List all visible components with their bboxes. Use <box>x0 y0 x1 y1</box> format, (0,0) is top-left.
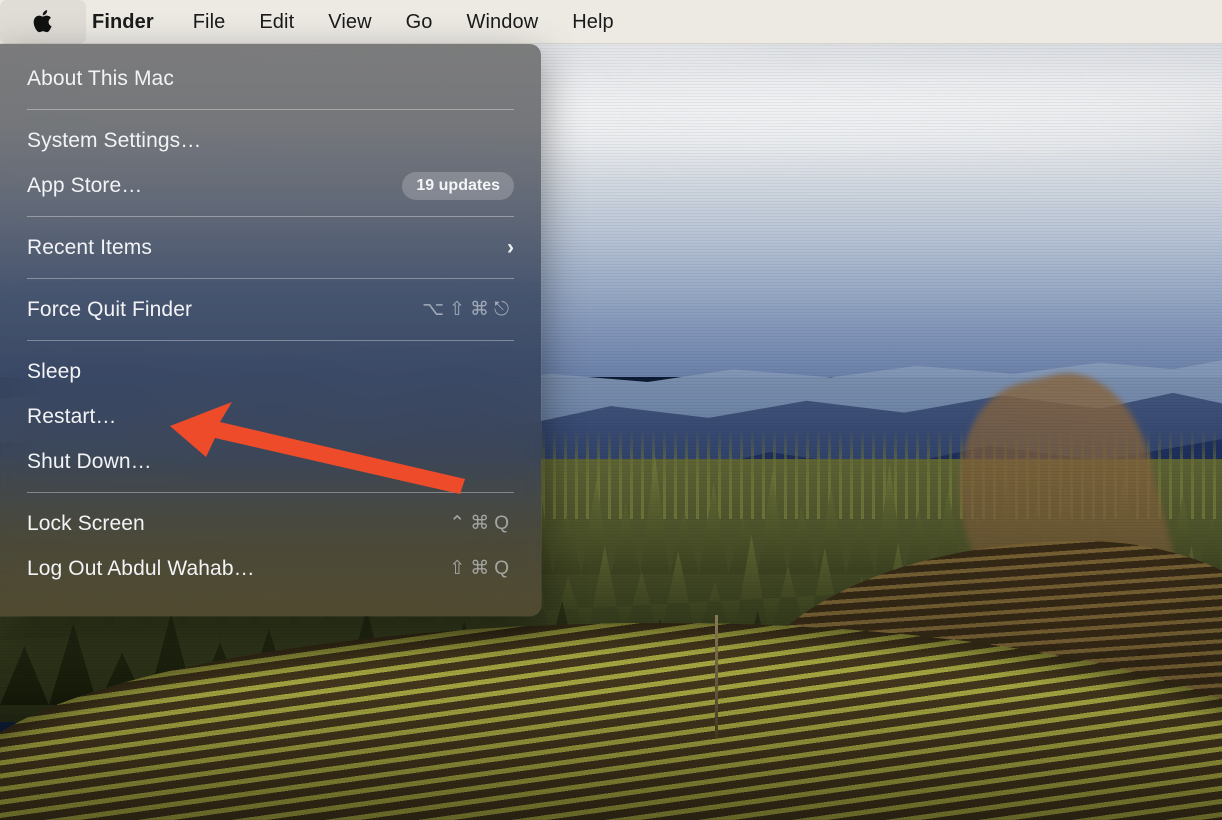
menu-item-shut-down[interactable]: Shut Down… <box>0 439 541 484</box>
macos-desktop-screen: Finder File Edit View Go Window Help Abo… <box>0 0 1222 820</box>
menu-item-system-settings[interactable]: System Settings… <box>0 118 541 163</box>
menu-item-label: Restart… <box>27 404 117 428</box>
apple-menu-button[interactable] <box>0 0 86 44</box>
chevron-right-icon: › <box>507 235 514 259</box>
menu-item-label: Shut Down… <box>27 449 152 473</box>
menu-item-log-out[interactable]: Log Out Abdul Wahab… ⇧⌘Q <box>0 546 541 591</box>
menu-bar-item-window[interactable]: Window <box>450 0 556 44</box>
menu-item-lock-screen[interactable]: Lock Screen ⌃⌘Q <box>0 501 541 546</box>
menu-item-restart[interactable]: Restart… <box>0 394 541 439</box>
menu-item-force-quit-finder[interactable]: Force Quit Finder ⌥⇧⌘⎋ <box>0 287 541 332</box>
menu-bar-item-go[interactable]: Go <box>389 0 450 44</box>
menu-bar-item-finder[interactable]: Finder <box>86 0 176 44</box>
menu-item-label: Sleep <box>27 359 82 383</box>
menu-item-sleep[interactable]: Sleep <box>0 349 541 394</box>
menu-separator-1 <box>27 109 514 110</box>
menu-separator-5 <box>27 492 514 493</box>
menu-item-label: About This Mac <box>27 66 174 90</box>
menu-bar-item-file[interactable]: File <box>176 0 243 44</box>
menu-separator-2 <box>27 216 514 217</box>
force-quit-shortcut: ⌥⇧⌘⎋ <box>422 299 514 320</box>
menu-item-label: Lock Screen <box>27 511 145 535</box>
menu-item-recent-items[interactable]: Recent Items › <box>0 225 541 270</box>
menu-bar-item-edit[interactable]: Edit <box>242 0 311 44</box>
menu-separator-4 <box>27 340 514 341</box>
log-out-shortcut: ⇧⌘Q <box>449 558 514 579</box>
lock-screen-shortcut: ⌃⌘Q <box>449 513 514 534</box>
menu-separator-3 <box>27 278 514 279</box>
menu-item-app-store[interactable]: App Store… 19 updates <box>0 163 541 208</box>
menu-item-label: System Settings… <box>27 128 202 152</box>
menu-item-label: App Store… <box>27 173 143 197</box>
menu-item-label: Recent Items <box>27 235 152 259</box>
menu-item-about-this-mac[interactable]: About This Mac <box>0 56 541 101</box>
menu-bar-item-help[interactable]: Help <box>555 0 631 44</box>
menu-item-label: Force Quit Finder <box>27 297 193 321</box>
menu-bar-item-view[interactable]: View <box>311 0 388 44</box>
menu-item-label: Log Out Abdul Wahab… <box>27 556 255 580</box>
menu-bar: Finder File Edit View Go Window Help <box>0 0 1222 44</box>
app-store-updates-badge: 19 updates <box>402 171 514 200</box>
apple-menu-dropdown: About This Mac System Settings… App Stor… <box>0 44 541 616</box>
apple-logo-icon <box>33 10 52 33</box>
